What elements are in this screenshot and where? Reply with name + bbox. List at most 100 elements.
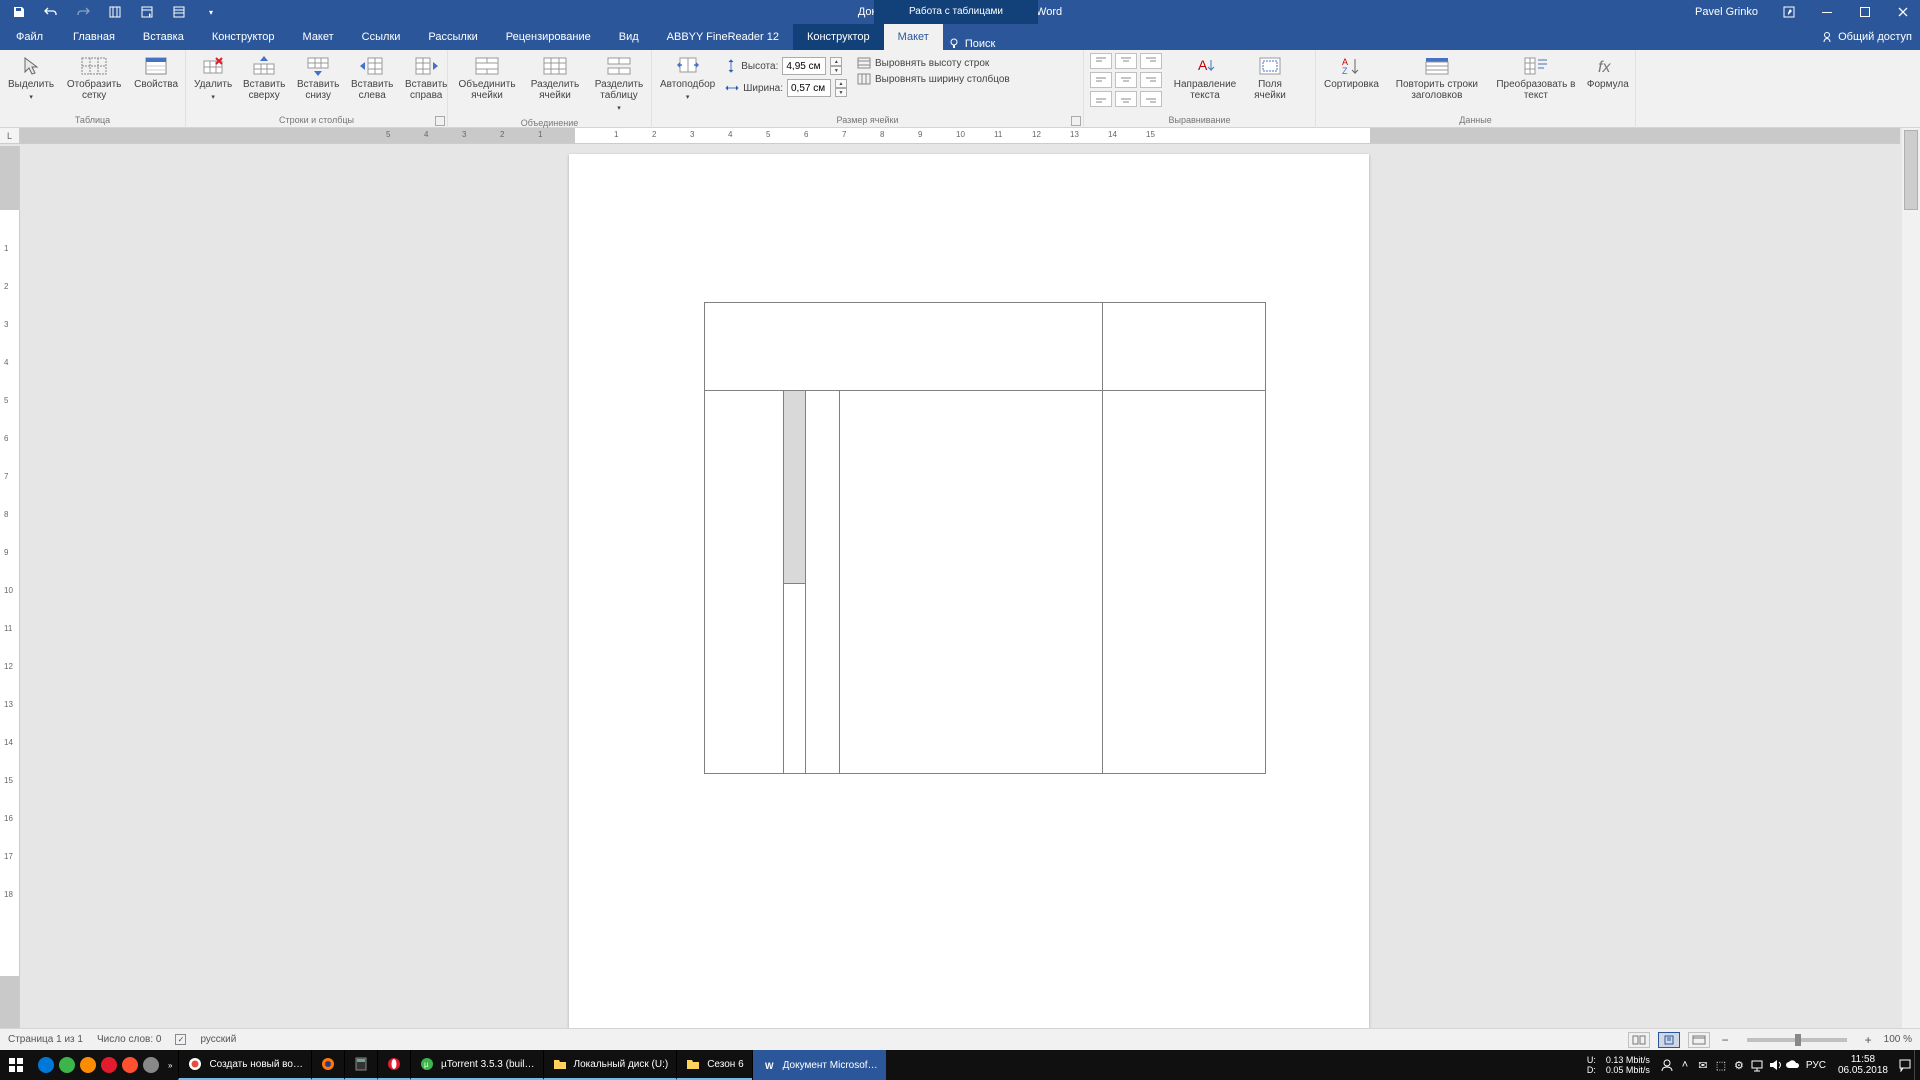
table-cell[interactable] xyxy=(1103,303,1266,391)
print-layout-button[interactable] xyxy=(1658,1032,1680,1048)
qat-icon-2[interactable] xyxy=(140,5,154,19)
taskbar-item[interactable] xyxy=(377,1050,410,1080)
tray-app-icon[interactable]: ⬚ xyxy=(1712,1050,1730,1080)
tray-mini-icon[interactable] xyxy=(80,1057,96,1073)
undo-icon[interactable] xyxy=(44,5,58,19)
maximize-icon[interactable] xyxy=(1848,0,1882,24)
height-spinners[interactable]: ▲▼ xyxy=(830,57,842,75)
autofit-button[interactable]: Автоподбор▾ xyxy=(658,53,717,105)
tab-selector[interactable]: L xyxy=(0,128,20,144)
clock[interactable]: 11:5806.05.2018 xyxy=(1830,1054,1896,1076)
view-gridlines-button[interactable]: Отобразить сетку xyxy=(62,53,126,103)
language-indicator[interactable]: русский xyxy=(200,1034,236,1045)
tray-app-icon[interactable]: ⚙ xyxy=(1730,1050,1748,1080)
document-table[interactable] xyxy=(704,302,1266,774)
taskbar-item[interactable]: µµTorrent 3.5.3 (buil… xyxy=(410,1050,543,1080)
tab-insert[interactable]: Вставка xyxy=(129,24,198,50)
tray-mini-icon[interactable] xyxy=(101,1057,117,1073)
split-cells-button[interactable]: Разделить ячейки xyxy=(526,53,584,103)
taskbar-item[interactable] xyxy=(344,1050,377,1080)
people-icon[interactable] xyxy=(1658,1050,1676,1080)
action-center-icon[interactable] xyxy=(1896,1050,1914,1080)
sort-button[interactable]: AZ Сортировка xyxy=(1322,53,1381,92)
qat-customize-icon[interactable]: ▾ xyxy=(204,5,218,19)
zoom-handle[interactable] xyxy=(1795,1034,1801,1046)
cell-margins-button[interactable]: Поля ячейки xyxy=(1248,53,1292,103)
tab-abbyy[interactable]: ABBYY FineReader 12 xyxy=(653,24,793,50)
table-cell[interactable] xyxy=(784,391,806,774)
text-direction-button[interactable]: A Направление текста xyxy=(1168,53,1242,103)
tab-mailings[interactable]: Рассылки xyxy=(414,24,491,50)
tray-mini-icon[interactable] xyxy=(122,1057,138,1073)
close-icon[interactable] xyxy=(1886,0,1920,24)
table-cell[interactable] xyxy=(1103,391,1266,774)
tab-view[interactable]: Вид xyxy=(605,24,653,50)
user-name[interactable]: Pavel Grinko xyxy=(1695,6,1758,18)
ribbon-display-options-icon[interactable] xyxy=(1772,0,1806,24)
select-button[interactable]: Выделить▾ xyxy=(6,53,56,105)
delete-button[interactable]: Удалить▾ xyxy=(192,53,234,105)
insert-right-button[interactable]: Вставить справа xyxy=(402,53,450,103)
cell-size-launcher[interactable] xyxy=(1071,116,1081,126)
distribute-rows-button[interactable]: Выровнять высоту строк xyxy=(857,57,1010,69)
scrollbar-thumb[interactable] xyxy=(1904,130,1918,210)
tray-chevron-icon[interactable]: » xyxy=(168,1061,172,1070)
table-cell[interactable] xyxy=(705,303,1103,391)
network-icon[interactable] xyxy=(1748,1050,1766,1080)
width-input[interactable] xyxy=(787,79,831,97)
qat-icon-3[interactable] xyxy=(172,5,186,19)
language-indicator[interactable]: РУС xyxy=(1802,1060,1830,1071)
zoom-in-button[interactable]: + xyxy=(1861,1033,1876,1047)
tell-me-search[interactable]: Поиск xyxy=(949,38,995,50)
taskbar-item[interactable]: Создать новый во… xyxy=(178,1050,311,1080)
width-spinners[interactable]: ▲▼ xyxy=(835,79,847,97)
onedrive-icon[interactable] xyxy=(1784,1050,1802,1080)
taskbar-item[interactable]: Локальный диск (U:) xyxy=(543,1050,677,1080)
insert-below-button[interactable]: Вставить снизу xyxy=(294,53,342,103)
tray-chevron-up-icon[interactable]: ˄ xyxy=(1676,1050,1694,1080)
redo-icon[interactable] xyxy=(76,5,90,19)
spellcheck-icon[interactable]: ✓ xyxy=(175,1034,186,1045)
insert-left-button[interactable]: Вставить слева xyxy=(348,53,396,103)
zoom-out-button[interactable]: − xyxy=(1718,1033,1733,1047)
tab-home[interactable]: Главная xyxy=(59,24,129,50)
tab-layout[interactable]: Макет xyxy=(289,24,348,50)
zoom-level[interactable]: 100 % xyxy=(1884,1034,1912,1045)
zoom-slider[interactable] xyxy=(1747,1038,1847,1042)
minimize-icon[interactable] xyxy=(1810,0,1844,24)
tab-table-design[interactable]: Конструктор xyxy=(793,24,884,50)
distribute-cols-button[interactable]: Выровнять ширину столбцов xyxy=(857,73,1010,85)
insert-above-button[interactable]: Вставить сверху xyxy=(240,53,288,103)
rows-cols-launcher[interactable] xyxy=(435,116,445,126)
word-count[interactable]: Число слов: 0 xyxy=(97,1034,161,1045)
document-area[interactable] xyxy=(20,146,1900,1050)
tray-app-icon[interactable]: ✉ xyxy=(1694,1050,1712,1080)
web-layout-button[interactable] xyxy=(1688,1032,1710,1048)
tray-mini-icon[interactable] xyxy=(59,1057,75,1073)
horizontal-ruler[interactable]: 12345123456789101112131415 xyxy=(20,128,1900,144)
taskbar-item[interactable] xyxy=(311,1050,344,1080)
vertical-scrollbar[interactable] xyxy=(1902,128,1920,1050)
tab-references[interactable]: Ссылки xyxy=(348,24,415,50)
taskbar-item[interactable]: WДокумент Microsof… xyxy=(752,1050,886,1080)
tray-mini-icon[interactable] xyxy=(38,1057,54,1073)
nested-cell-selected[interactable] xyxy=(784,391,805,584)
save-icon[interactable] xyxy=(12,5,26,19)
split-table-button[interactable]: Разделить таблицу▾ xyxy=(590,53,648,116)
formula-button[interactable]: fx Формула xyxy=(1585,53,1631,92)
alignment-grid[interactable] xyxy=(1090,53,1162,107)
show-desktop-button[interactable] xyxy=(1914,1050,1920,1080)
tab-table-layout[interactable]: Макет xyxy=(884,24,943,50)
taskbar-item[interactable]: Сезон 6 xyxy=(676,1050,751,1080)
height-input[interactable] xyxy=(782,57,826,75)
merge-cells-button[interactable]: Объединить ячейки xyxy=(454,53,520,103)
share-button[interactable]: Общий доступ xyxy=(1838,31,1912,43)
repeat-header-button[interactable]: Повторить строки заголовков xyxy=(1387,53,1487,103)
net-monitor[interactable]: U: 0.13 Mbit/s D: 0.05 Mbit/s xyxy=(1579,1055,1658,1075)
nested-cell[interactable] xyxy=(784,584,805,773)
read-mode-button[interactable] xyxy=(1628,1032,1650,1048)
vertical-ruler[interactable]: 123456789101112131415161718 xyxy=(0,146,20,1050)
table-cell[interactable] xyxy=(806,391,840,774)
volume-icon[interactable] xyxy=(1766,1050,1784,1080)
table-cell[interactable] xyxy=(705,391,784,774)
